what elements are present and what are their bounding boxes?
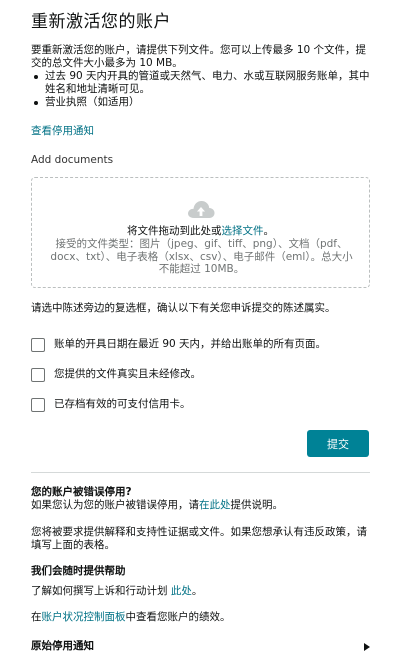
- wrongly-deactivated-text: 如果您认为您的账户被错误停用，请在此处提供说明。: [31, 499, 371, 512]
- dropzone-text-prefix: 将文件拖动到此处或: [127, 225, 222, 237]
- requirements-list: 过去 90 天内开具的管道或天然气、电力、水或互联网服务账单，其中姓名和地址清晰…: [31, 70, 371, 109]
- plan-here-link[interactable]: 此处: [171, 585, 192, 597]
- wrongly-deactivated-heading: 您的账户被错误停用?: [31, 486, 132, 498]
- original-notice-toggle[interactable]: 原始停用通知: [31, 640, 94, 654]
- appeal-evidence-text: 您将被要求提供解释和支持性证据或文件。如果您想承认有违反政策，请填写上面的表格。: [31, 526, 367, 551]
- chevron-right-icon[interactable]: [364, 643, 370, 651]
- list-item: 营业执照（如适用）: [31, 96, 371, 109]
- checkbox-row-authentic[interactable]: 您提供的文件真实且未经修改。: [31, 368, 201, 382]
- dashboard-suffix: 中查看您账户的绩效。: [125, 611, 231, 623]
- checkbox-row-bill-date[interactable]: 账单的开具日期在最近 90 天内，并给出账单的所有页面。: [31, 338, 326, 352]
- dropzone-instruction: 将文件拖动到此处或选择文件。: [32, 225, 369, 238]
- help-heading: 我们会随时提供帮助: [31, 565, 126, 577]
- credit-card-checkbox[interactable]: [31, 398, 45, 412]
- intro-text: 要重新激活您的账户，请提供下列文件。您可以上传最多 10 个文件，提交的总文件大…: [31, 44, 367, 69]
- explain-here-link[interactable]: 在此处: [199, 499, 231, 511]
- checkbox-label: 账单的开具日期在最近 90 天内，并给出账单的所有页面。: [54, 338, 327, 351]
- view-deactivation-notice-link[interactable]: 查看停用通知: [31, 125, 94, 139]
- wrong-text-suffix: 提供说明。: [230, 499, 284, 511]
- submit-button[interactable]: 提交: [307, 430, 369, 457]
- account-health-dashboard-link[interactable]: 账户状况控制面板: [42, 611, 126, 623]
- account-health-text: 在账户状况控制面板中查看您账户的绩效。: [31, 611, 371, 624]
- dashboard-prefix: 在: [31, 611, 42, 623]
- dropzone-text-suffix: 。: [263, 225, 275, 237]
- cloud-upload-icon: [188, 201, 215, 218]
- wrong-text-prefix: 如果您认为您的账户被错误停用，请: [31, 499, 199, 511]
- plan-text-suffix: 。: [191, 585, 203, 597]
- bill-date-checkbox[interactable]: [31, 338, 45, 352]
- checkbox-label: 您提供的文件真实且未经修改。: [54, 368, 201, 381]
- checkbox-label: 已存档有效的可支付信用卡。: [54, 398, 191, 411]
- appeal-plan-text: 了解如何撰写上诉和行动计划 此处。: [31, 585, 371, 598]
- add-documents-label: Add documents: [31, 154, 114, 166]
- plan-text-prefix: 了解如何撰写上诉和行动计划: [31, 585, 171, 597]
- list-item: 过去 90 天内开具的管道或天然气、电力、水或互联网服务账单，其中姓名和地址清晰…: [31, 70, 371, 96]
- choose-file-link[interactable]: 选择文件: [222, 225, 264, 237]
- accepted-file-types: 接受的文件类型：图片（jpeg、gif、tiff、png）、文档（pdf、doc…: [50, 238, 353, 275]
- file-dropzone[interactable]: 将文件拖动到此处或选择文件。 接受的文件类型：图片（jpeg、gif、tiff、…: [31, 177, 370, 288]
- confirm-instruction: 请选中陈述旁边的复选框，确认以下有关您申诉提交的陈述属实。: [31, 302, 336, 314]
- checkbox-row-credit-card[interactable]: 已存档有效的可支付信用卡。: [31, 398, 191, 412]
- authentic-files-checkbox[interactable]: [31, 368, 45, 382]
- page-title: 重新激活您的账户: [31, 12, 171, 32]
- divider: [31, 472, 370, 473]
